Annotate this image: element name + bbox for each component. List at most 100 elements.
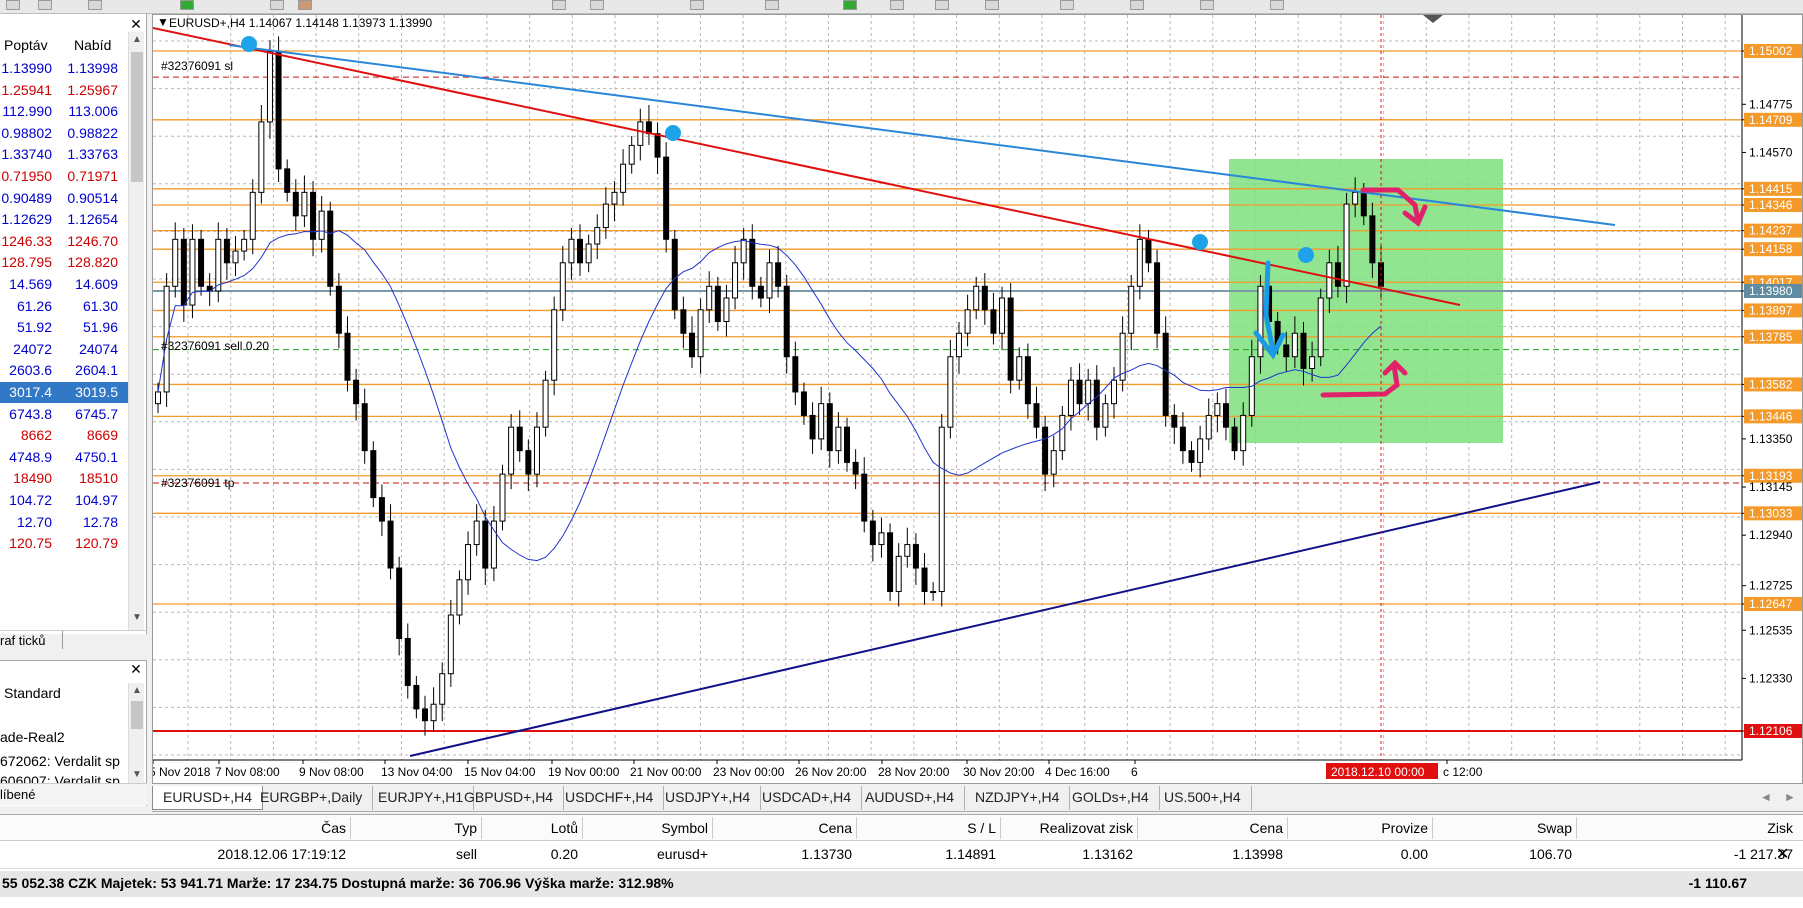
ask-price: 0.98822 <box>67 124 118 141</box>
price-chart[interactable]: ▼ EURUSD+,H4 1.14067 1.14148 1.13973 1.1… <box>153 15 1803 785</box>
bid-column-header[interactable]: Poptáv <box>4 37 48 53</box>
list-item[interactable]: 3017.4 3019.5 <box>0 382 128 403</box>
scroll-down-icon[interactable]: ▼ <box>129 769 145 783</box>
close-position-icon[interactable]: ✕ <box>1776 844 1789 864</box>
ask-price: 18510 <box>79 470 118 487</box>
candle-body <box>1102 403 1109 428</box>
toolbar-button-icon[interactable] <box>765 0 779 10</box>
toolbar-button-icon[interactable] <box>690 0 704 10</box>
tab-chart[interactable]: USDCAD+,H4 <box>752 786 863 810</box>
column-header[interactable]: Čas <box>321 817 346 839</box>
list-item[interactable]: 18490 18510 <box>0 468 128 489</box>
list-item[interactable]: 24072 24074 <box>0 339 128 360</box>
scrollbar-thumb[interactable] <box>131 52 143 182</box>
column-header[interactable]: Cena <box>1250 817 1283 839</box>
table-row[interactable]: 2018.12.06 17:19:12 sell 0.20 eurusd+ 1.1373… <box>0 841 1803 869</box>
list-item[interactable]: 112.990 113.006 <box>0 101 128 122</box>
list-item[interactable]: 61.26 61.30 <box>0 296 128 317</box>
list-item[interactable]: 1.33740 1.33763 <box>0 144 128 165</box>
toolbar-button-icon[interactable] <box>88 0 102 10</box>
toolbar-button-icon[interactable] <box>1270 0 1284 10</box>
list-item[interactable]: 104.72 104.97 <box>0 490 128 511</box>
tab-scroll-right-icon[interactable]: ► <box>1784 790 1796 804</box>
close-icon[interactable]: ✕ <box>128 661 144 679</box>
candle-body <box>439 673 446 705</box>
list-item[interactable]: 1.13990 1.13998 <box>0 58 128 79</box>
column-header[interactable]: Typ <box>454 817 477 839</box>
tab-chart[interactable]: NZDJPY+,H4 <box>965 786 1071 810</box>
tab-chart[interactable]: EURGBP+,Daily <box>250 786 374 810</box>
list-item[interactable]: 0.98802 0.98822 <box>0 123 128 144</box>
candle-body <box>551 309 558 381</box>
list-item[interactable]: 4748.9 4750.1 <box>0 447 128 468</box>
ask-column-header[interactable]: Nabíd <box>74 37 111 53</box>
new-order-icon[interactable] <box>180 0 194 10</box>
tab-favorites[interactable]: líbené <box>0 787 35 802</box>
tab-chart[interactable]: US.500+,H4 <box>1154 786 1252 810</box>
list-item[interactable]: 12.70 12.78 <box>0 512 128 533</box>
tab-chart[interactable]: USDCHF+,H4 <box>555 786 665 810</box>
candle-body <box>542 379 549 428</box>
close-icon[interactable]: ✕ <box>128 16 144 32</box>
navigator-item[interactable]: Standard <box>4 685 130 701</box>
table-cell: 0.00 <box>1400 846 1428 862</box>
toolbar-button-icon[interactable] <box>552 0 566 10</box>
toolbar-button-icon[interactable] <box>1200 0 1214 10</box>
column-header[interactable]: S / L <box>967 817 996 839</box>
list-item[interactable]: 1.25941 1.25967 <box>0 80 128 101</box>
tab-chart[interactable]: GBPUSD+,H4 <box>454 786 565 810</box>
toolbar-button-icon[interactable] <box>590 0 604 10</box>
scroll-up-icon[interactable]: ▲ <box>129 34 145 48</box>
column-header[interactable]: Provize <box>1381 817 1428 839</box>
tab-chart[interactable]: EURUSD+,H4 <box>152 786 264 810</box>
list-item[interactable]: 6743.8 6745.7 <box>0 404 128 425</box>
toolbar-button-icon[interactable] <box>1060 0 1074 10</box>
time-marker-label: 2018.12.10 00:00 <box>1331 765 1425 779</box>
tab-scroll-left-icon[interactable]: ◄ <box>1760 790 1772 804</box>
list-item[interactable]: 51.92 51.96 <box>0 317 128 338</box>
chart-window[interactable]: ▼ EURUSD+,H4 1.14067 1.14148 1.13973 1.1… <box>152 14 1803 784</box>
list-item[interactable]: 120.75 120.79 <box>0 533 128 554</box>
list-item[interactable]: 1.12629 1.12654 <box>0 209 128 230</box>
list-item[interactable]: 0.90489 0.90514 <box>0 188 128 209</box>
column-header[interactable]: Lotů <box>551 817 578 839</box>
toolbar-button-icon[interactable] <box>6 0 20 10</box>
navigator-item[interactable]: 672062: Verdalit sp <box>0 753 126 769</box>
toolbar-button-icon[interactable] <box>270 0 284 10</box>
column-divider <box>712 817 713 839</box>
toolbar-button-icon[interactable] <box>985 0 999 10</box>
scroll-down-icon[interactable]: ▼ <box>129 612 145 626</box>
column-divider <box>1287 817 1288 839</box>
toolbar-button-icon[interactable] <box>38 0 52 10</box>
navigator-item[interactable]: ade-Real2 <box>0 729 126 745</box>
toolbar-button-icon[interactable] <box>1130 0 1144 10</box>
list-item[interactable]: 2603.6 2604.1 <box>0 360 128 381</box>
scroll-up-icon[interactable]: ▲ <box>129 685 145 699</box>
candle-body <box>852 461 859 475</box>
tab-tick-chart[interactable]: raf ticků <box>0 633 46 648</box>
list-item[interactable]: 14.569 14.609 <box>0 274 128 295</box>
column-header[interactable]: Zisk <box>1767 817 1793 839</box>
tab-chart[interactable]: AUDUSD+,H4 <box>855 786 966 810</box>
navigator-scrollbar[interactable]: ▲ ▼ <box>128 683 144 783</box>
column-header[interactable]: Cena <box>819 817 852 839</box>
tab-chart[interactable]: GOLDs+,H4 <box>1062 786 1160 810</box>
list-item[interactable]: 0.71950 0.71971 <box>0 166 128 187</box>
price-tick-label: 1.14709 <box>1749 113 1793 127</box>
list-item[interactable]: 128.795 128.820 <box>0 252 128 273</box>
toolbar-button-icon[interactable] <box>298 0 312 10</box>
column-header[interactable]: Symbol <box>661 817 708 839</box>
market-watch-scrollbar[interactable]: ▲ ▼ <box>128 32 144 630</box>
account-balance-row: 55 052.38 CZK Majetek: 53 941.71 Marže: … <box>0 871 1803 897</box>
toolbar-button-icon[interactable] <box>890 0 904 10</box>
tab-chart[interactable]: USDJPY+,H4 <box>655 786 762 810</box>
add-icon[interactable] <box>843 0 857 10</box>
list-item[interactable]: 1246.33 1246.70 <box>0 231 128 252</box>
candle-body <box>1188 450 1195 463</box>
scrollbar-thumb[interactable] <box>131 701 143 729</box>
navigator-item[interactable]: 606007: Verdalit sp <box>0 773 126 783</box>
column-header[interactable]: Realizovat zisk <box>1040 817 1133 839</box>
column-header[interactable]: Swap <box>1537 817 1572 839</box>
list-item[interactable]: 8662 8669 <box>0 425 128 446</box>
toolbar-button-icon[interactable] <box>935 0 949 10</box>
